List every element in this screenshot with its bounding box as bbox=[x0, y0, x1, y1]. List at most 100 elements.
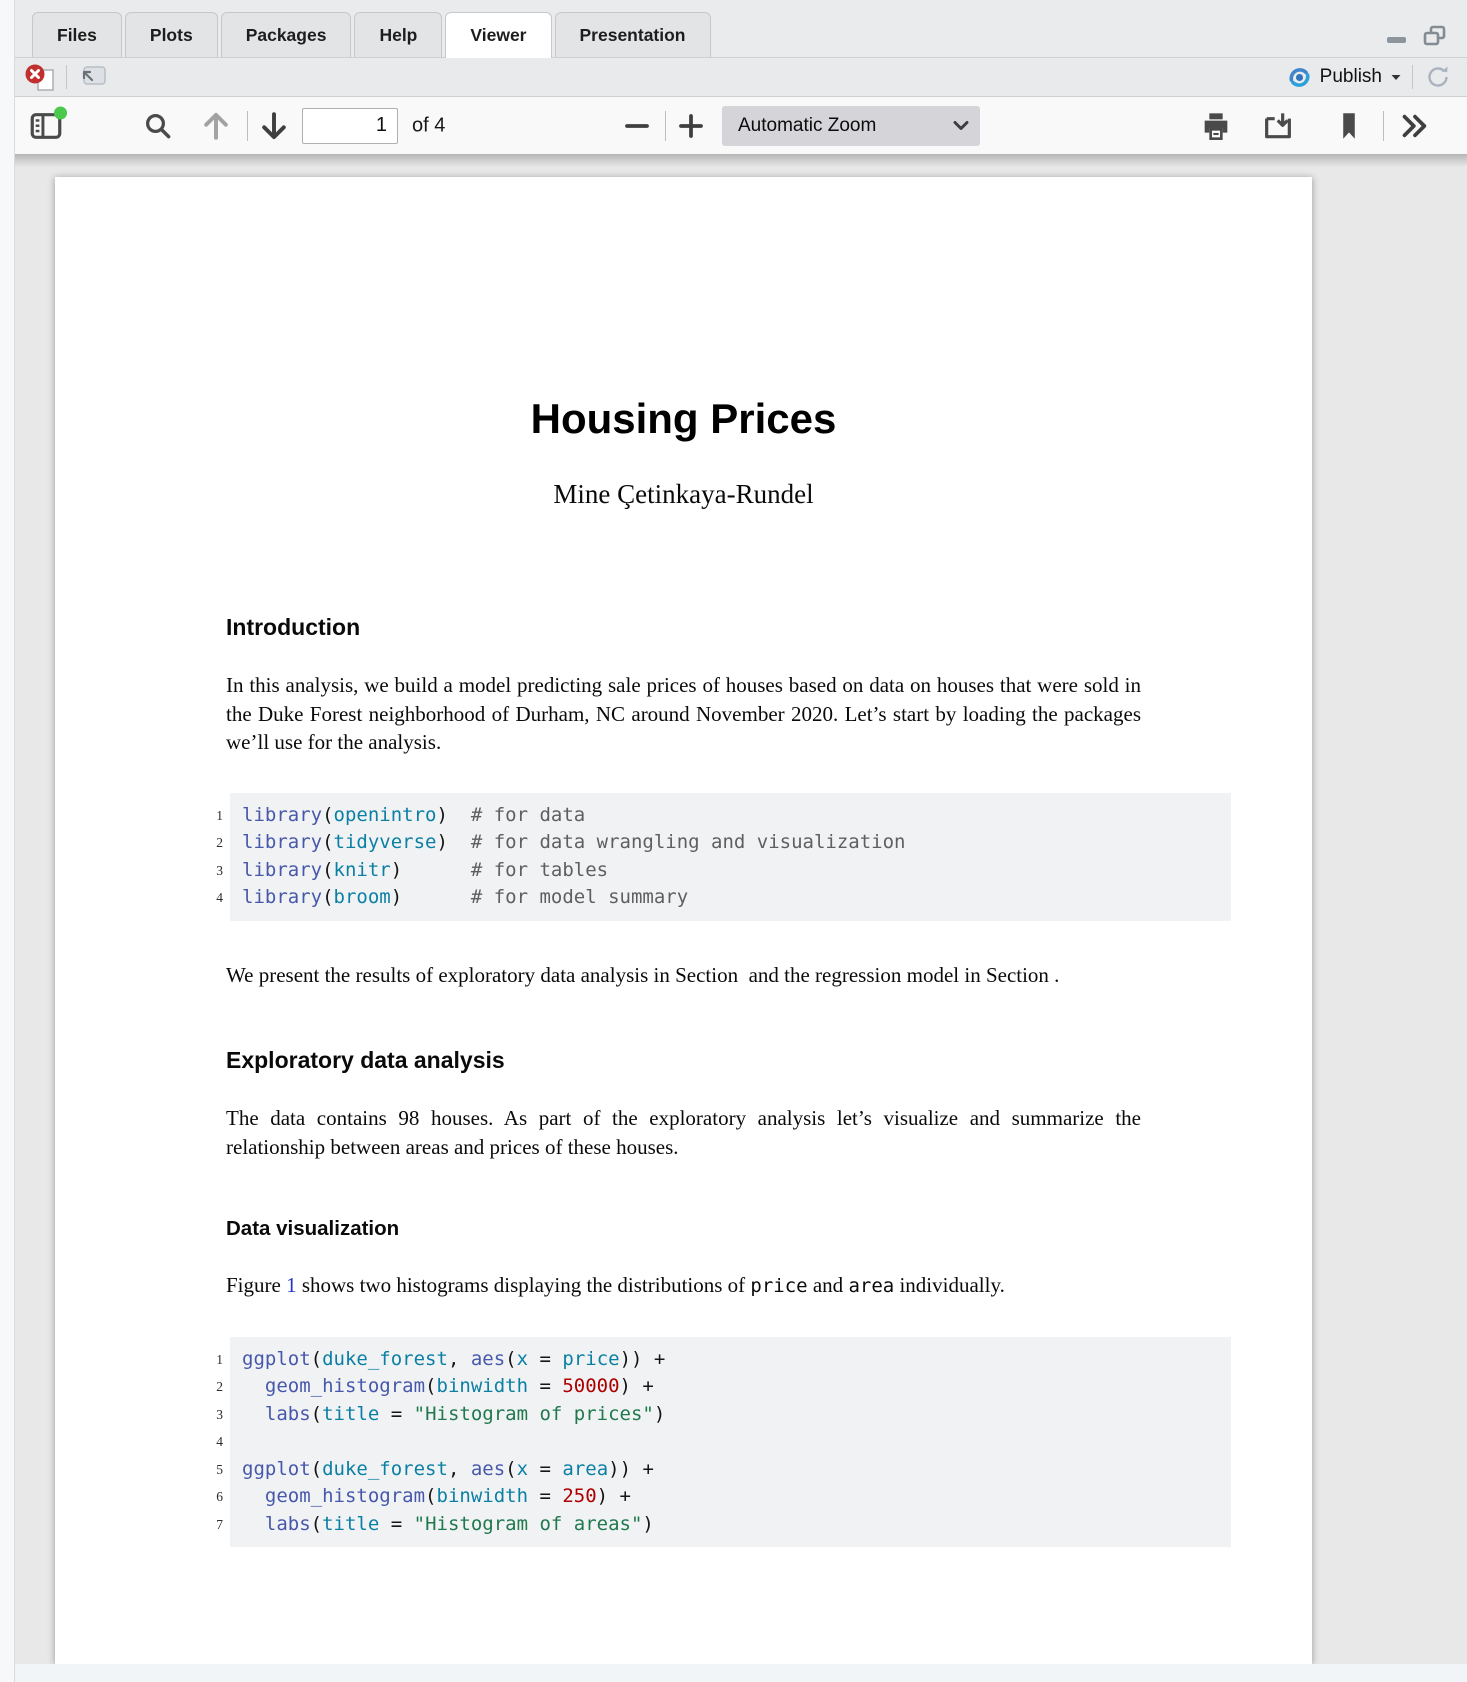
text-run: area bbox=[848, 1275, 894, 1297]
document-content: Housing Prices Mine Çetinkaya-Rundel Int… bbox=[55, 177, 1312, 1547]
find-button[interactable] bbox=[143, 111, 173, 141]
zoom-select[interactable]: Automatic Zoom bbox=[722, 106, 980, 146]
pdf-viewport[interactable]: Housing Prices Mine Çetinkaya-Rundel Int… bbox=[0, 155, 1467, 1664]
code-token bbox=[242, 1375, 265, 1397]
pdfjs-toolbar: of 4 Automatic Zoom bbox=[0, 97, 1467, 155]
sidebar-toggle-button[interactable] bbox=[30, 112, 62, 139]
code-token: # for data bbox=[471, 804, 585, 826]
code-text: library(knitr) # for tables bbox=[242, 859, 608, 881]
code-token: x bbox=[517, 1348, 528, 1370]
code-token: 250 bbox=[562, 1485, 596, 1507]
minimize-pane-button[interactable] bbox=[1385, 25, 1409, 47]
code-token: = bbox=[528, 1458, 562, 1480]
line-number: 3 bbox=[187, 1407, 223, 1423]
code-token: ( bbox=[425, 1375, 436, 1397]
code-token: x bbox=[517, 1458, 528, 1480]
page-count-label: of 4 bbox=[412, 114, 445, 137]
figure-ref-link[interactable]: 1 bbox=[286, 1273, 297, 1297]
publish-button[interactable]: Publish bbox=[1287, 65, 1402, 90]
popout-button[interactable] bbox=[77, 64, 107, 90]
tab-plots[interactable]: Plots bbox=[125, 12, 218, 57]
tab-viewer[interactable]: Viewer bbox=[445, 12, 551, 58]
print-button[interactable] bbox=[1200, 110, 1232, 142]
code-line: 7 labs(title = "Histogram of areas") bbox=[242, 1511, 1215, 1539]
next-page-button[interactable] bbox=[258, 109, 290, 143]
sidebar-notification-badge bbox=[54, 106, 67, 119]
code-token: , bbox=[448, 1458, 471, 1480]
code-token: ( bbox=[311, 1513, 322, 1535]
viewer-toolbar: Publish bbox=[0, 58, 1467, 97]
code-line: 3 labs(title = "Histogram of prices") bbox=[242, 1401, 1215, 1429]
bookmark-button[interactable] bbox=[1335, 111, 1363, 141]
zoom-out-button[interactable] bbox=[622, 111, 652, 141]
code-token: 50000 bbox=[562, 1375, 619, 1397]
chevron-down-icon bbox=[1390, 73, 1402, 82]
code-token: = bbox=[528, 1348, 562, 1370]
stop-button[interactable] bbox=[24, 61, 56, 93]
code-text: labs(title = "Histogram of areas") bbox=[242, 1513, 654, 1535]
pane-tab-bar: Files Plots Packages Help Viewer Present… bbox=[0, 0, 1467, 58]
code-token: ( bbox=[311, 1403, 322, 1425]
code-token bbox=[242, 1485, 265, 1507]
section-heading-introduction: Introduction bbox=[226, 614, 1141, 641]
document-title: Housing Prices bbox=[226, 395, 1141, 443]
code-text: library(broom) # for model summary bbox=[242, 886, 688, 908]
popout-icon bbox=[77, 64, 107, 90]
previous-page-button[interactable] bbox=[200, 109, 232, 143]
code-line: 4library(broom) # for model summary bbox=[242, 884, 1215, 912]
print-icon bbox=[1200, 110, 1232, 142]
code-token: ( bbox=[322, 886, 333, 908]
tab-packages[interactable]: Packages bbox=[221, 12, 352, 57]
section-heading-eda: Exploratory data analysis bbox=[226, 1047, 1141, 1074]
page-number-input[interactable] bbox=[302, 108, 398, 144]
zoom-in-button[interactable] bbox=[676, 111, 706, 141]
code-token: ) bbox=[642, 1513, 653, 1535]
code-token: ( bbox=[322, 831, 333, 853]
more-tools-button[interactable] bbox=[1398, 112, 1432, 140]
code-token: # for tables bbox=[471, 859, 608, 881]
download-button[interactable] bbox=[1262, 110, 1294, 142]
publish-label: Publish bbox=[1320, 66, 1382, 88]
code-line: 2 geom_histogram(binwidth = 50000) + bbox=[242, 1373, 1215, 1401]
code-line: 4 bbox=[242, 1428, 1215, 1456]
pane-left-gutter bbox=[0, 0, 15, 1682]
maximize-pane-button[interactable] bbox=[1421, 24, 1447, 48]
code-text: library(tidyverse) # for data wrangling … bbox=[242, 831, 906, 853]
code-token: binwidth bbox=[437, 1375, 529, 1397]
line-number: 2 bbox=[187, 1379, 223, 1395]
text-run: individually. bbox=[894, 1273, 1005, 1297]
code-token: ( bbox=[505, 1348, 516, 1370]
zoom-select-label: Automatic Zoom bbox=[738, 115, 952, 137]
code-token: price bbox=[562, 1348, 619, 1370]
pane-bottom-strip bbox=[0, 1664, 1467, 1682]
tab-files[interactable]: Files bbox=[32, 12, 122, 57]
code-token: labs bbox=[265, 1513, 311, 1535]
pdf-page: Housing Prices Mine Çetinkaya-Rundel Int… bbox=[55, 177, 1312, 1664]
code-token: ( bbox=[425, 1485, 436, 1507]
code-token: title bbox=[322, 1513, 379, 1535]
code-token: binwidth bbox=[437, 1485, 529, 1507]
double-chevron-right-icon bbox=[1398, 112, 1432, 140]
code-block-libraries: 1library(openintro) # for data2library(t… bbox=[230, 793, 1231, 921]
toolbar-separator bbox=[247, 111, 248, 141]
text-run: shows two histograms displaying the dist… bbox=[297, 1273, 751, 1297]
code-token: library bbox=[242, 804, 322, 826]
code-token: = bbox=[379, 1403, 413, 1425]
minimize-icon bbox=[1385, 25, 1409, 47]
line-number: 3 bbox=[187, 863, 223, 879]
tab-label: Files bbox=[57, 25, 97, 46]
tab-help[interactable]: Help bbox=[354, 12, 442, 57]
code-line: 6 geom_histogram(binwidth = 250) + bbox=[242, 1483, 1215, 1511]
maximize-icon bbox=[1421, 24, 1447, 48]
refresh-button[interactable] bbox=[1423, 62, 1453, 92]
paragraph-introduction: In this analysis, we build a model predi… bbox=[226, 671, 1141, 757]
tab-presentation[interactable]: Presentation bbox=[555, 12, 711, 57]
toolbar-separator bbox=[66, 65, 67, 89]
code-token: ( bbox=[505, 1458, 516, 1480]
code-token: geom_histogram bbox=[265, 1375, 425, 1397]
line-number: 6 bbox=[187, 1489, 223, 1505]
toolbar-separator bbox=[1383, 111, 1384, 141]
code-block-ggplot: 1ggplot(duke_forest, aes(x = price)) +2 … bbox=[230, 1337, 1231, 1548]
subsection-heading-dataviz: Data visualization bbox=[226, 1217, 1141, 1241]
paragraph-eda: The data contains 98 houses. As part of … bbox=[226, 1104, 1141, 1161]
